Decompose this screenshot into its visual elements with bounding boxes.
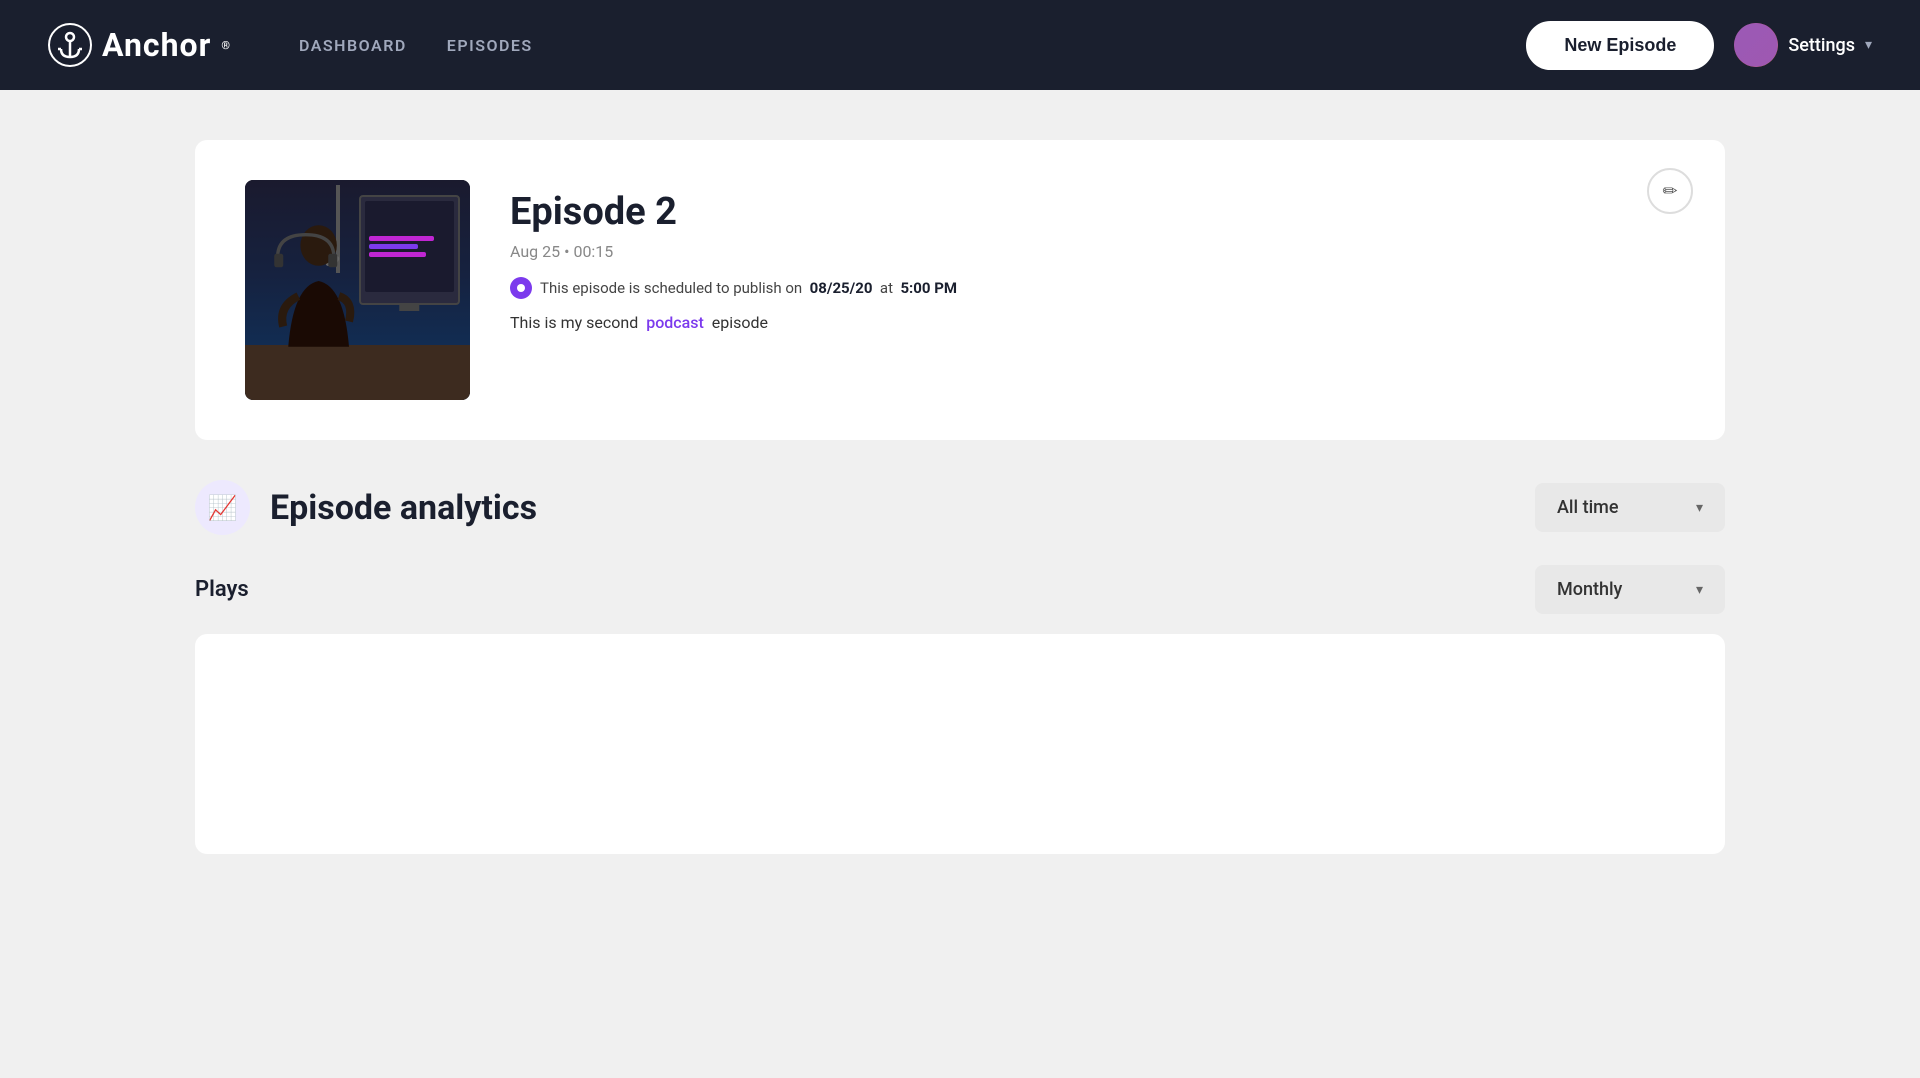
- description-prefix: This is my second: [510, 313, 638, 332]
- schedule-prefix: This episode is scheduled to publish on: [540, 279, 802, 297]
- desk-decoration: [245, 345, 470, 400]
- analytics-header: 📈 Episode analytics All time ▾: [195, 480, 1725, 535]
- podcast-link[interactable]: podcast: [646, 313, 704, 332]
- plays-header: Plays Monthly ▾: [195, 565, 1725, 614]
- analytics-title: Episode analytics: [270, 488, 537, 528]
- analytics-title-group: 📈 Episode analytics: [195, 480, 537, 535]
- navbar: Anchor ® DASHBOARD EPISODES New Episode: [0, 0, 1920, 90]
- time-filter-dropdown[interactable]: All time ▾: [1535, 483, 1725, 532]
- new-episode-button[interactable]: New Episode: [1526, 21, 1714, 70]
- navbar-right: New Episode Settings ▾: [1526, 21, 1872, 70]
- period-dropdown[interactable]: Monthly ▾: [1535, 565, 1725, 614]
- schedule-text: This episode is scheduled to publish on …: [540, 279, 957, 297]
- headphones-decoration: [272, 224, 340, 279]
- plays-label: Plays: [195, 577, 249, 602]
- episode-thumbnail: [245, 180, 470, 400]
- plays-chart: [195, 634, 1725, 854]
- episode-meta: Aug 25 • 00:15: [510, 242, 1675, 261]
- schedule-date: 08/25/20: [810, 279, 873, 297]
- episode-info: Episode 2 Aug 25 • 00:15 This episode is…: [510, 180, 1675, 332]
- nav-episodes[interactable]: EPISODES: [447, 36, 533, 55]
- description-suffix: episode: [712, 313, 768, 332]
- edit-button[interactable]: ✏: [1647, 168, 1693, 214]
- settings-dropdown[interactable]: Settings ▾: [1734, 23, 1872, 67]
- logo-link[interactable]: Anchor ®: [48, 23, 231, 67]
- nav-dashboard[interactable]: DASHBOARD: [299, 36, 407, 55]
- period-chevron-icon: ▾: [1696, 582, 1703, 598]
- settings-label: Settings: [1788, 35, 1855, 56]
- main-nav: DASHBOARD EPISODES: [299, 36, 533, 55]
- schedule-dot: [517, 284, 525, 292]
- thumbnail-image: [245, 180, 470, 400]
- brand-registered: ®: [221, 39, 231, 52]
- episode-card: Episode 2 Aug 25 • 00:15 This episode is…: [195, 140, 1725, 440]
- monitor-decoration: [359, 195, 460, 305]
- main-content: Episode 2 Aug 25 • 00:15 This episode is…: [0, 90, 1920, 904]
- time-filter-label: All time: [1557, 497, 1619, 518]
- schedule-at: at: [880, 279, 893, 297]
- episode-schedule: This episode is scheduled to publish on …: [510, 277, 1675, 299]
- episode-title: Episode 2: [510, 190, 1675, 234]
- brand-name: Anchor: [102, 26, 211, 64]
- schedule-icon: [510, 277, 532, 299]
- pencil-icon: ✏: [1662, 181, 1677, 202]
- episode-description: This is my second podcast episode: [510, 313, 1675, 332]
- analytics-chart-icon: 📈: [208, 494, 238, 522]
- period-label: Monthly: [1557, 579, 1622, 600]
- schedule-time: 5:00 PM: [900, 279, 957, 297]
- plays-section: Plays Monthly ▾: [195, 565, 1725, 854]
- anchor-logo-icon: [48, 23, 92, 67]
- analytics-icon-bg: 📈: [195, 480, 250, 535]
- settings-chevron-icon: ▾: [1865, 37, 1872, 53]
- time-filter-chevron-icon: ▾: [1696, 500, 1703, 516]
- user-avatar: [1734, 23, 1778, 67]
